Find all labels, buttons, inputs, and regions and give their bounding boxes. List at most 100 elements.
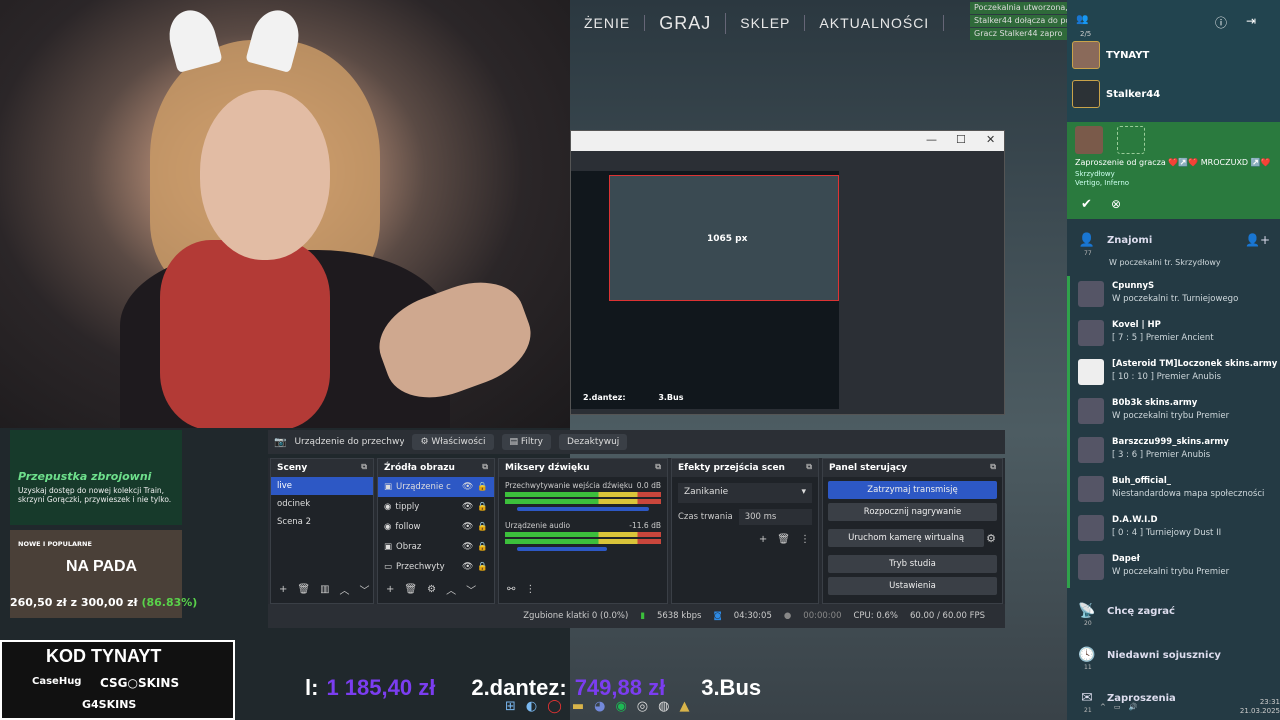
steam-icon[interactable]: ◎ <box>637 699 648 714</box>
up-icon[interactable]: ︿ <box>340 582 350 597</box>
lock-icon[interactable]: 🔒 <box>477 502 488 512</box>
nav-item-shop[interactable]: SKLEP <box>726 15 806 31</box>
source-item[interactable]: ▭ Przechwyty 👁 🔒 <box>378 557 494 577</box>
friend-row[interactable]: Buh_official_ Niestandardowa mapa społecz… <box>1067 471 1280 510</box>
visibility-icon[interactable]: 👁 <box>462 482 473 492</box>
friend-status: W poczekalni trybu Premier <box>1112 411 1230 421</box>
folder-icon[interactable]: ▬ <box>572 699 584 714</box>
up-icon[interactable]: ︿ <box>446 582 456 597</box>
party-member[interactable]: Stalker44 <box>1072 77 1272 111</box>
exit-party-icon[interactable]: ⇥ <box>1246 14 1256 28</box>
goal-progress-pct: (86.83%) <box>141 596 198 609</box>
armory-title: Przepustka zbrojowni <box>18 470 152 483</box>
scene-item[interactable]: odcinek <box>271 495 373 513</box>
chevron-up-icon[interactable]: ^ <box>1100 703 1106 711</box>
undock-icon[interactable]: ⧉ <box>806 462 812 472</box>
nav-item-0[interactable]: ŻENIE <box>570 15 646 31</box>
friend-row[interactable]: CpunnyS W poczekalni tr. Turniejowego <box>1067 276 1280 315</box>
settings-button[interactable]: Ustawienia <box>828 577 997 595</box>
volume-slider[interactable] <box>517 507 649 511</box>
deactivate-button[interactable]: Dezaktywuj <box>558 434 628 450</box>
undock-icon[interactable]: ⧉ <box>655 462 661 472</box>
windows-start-icon[interactable]: ⊞ <box>505 699 516 714</box>
source-item[interactable]: ▣ Urządzenie c 👁 🔒 <box>378 477 494 497</box>
trash-icon[interactable]: 🗑 <box>777 534 790 545</box>
edge-icon[interactable]: ◐ <box>526 699 537 714</box>
trash-icon[interactable]: 🗑 <box>297 584 310 595</box>
volume-icon[interactable]: 🔊 <box>1129 703 1138 711</box>
menu-count: 21 <box>1084 707 1092 714</box>
clock[interactable]: 23:31 21.03.2025 <box>1240 698 1280 716</box>
friend-row[interactable]: D.A.W.I.D [ 0 : 4 ] Turniejowy Dust II <box>1067 510 1280 549</box>
friend-row[interactable]: Dapeł W poczekalni trybu Premier <box>1067 549 1280 588</box>
duration-input[interactable]: 300 ms <box>738 509 812 525</box>
cs2-icon[interactable]: ▲ <box>679 699 689 714</box>
friend-row[interactable]: B0b3k skins.army W poczekalni trybu Premi… <box>1067 393 1280 432</box>
decline-icon[interactable]: ⊗ <box>1111 197 1121 211</box>
menu-want-to-play[interactable]: 📡 Chcę zagrać <box>1067 590 1280 632</box>
menu-recent-allies[interactable]: 🕓 Niedawni sojusznicy <box>1067 634 1280 676</box>
nav-item-play[interactable]: GRAJ <box>645 12 727 34</box>
minimize-icon[interactable]: — <box>926 133 937 146</box>
visibility-icon[interactable]: 👁 <box>462 502 473 512</box>
add-friend-icon[interactable]: 👤+ <box>1245 233 1270 247</box>
obs-icon[interactable]: ◍ <box>658 699 669 714</box>
add-icon[interactable]: + <box>279 584 287 595</box>
start-recording-button[interactable]: Rozpocznij nagrywanie <box>828 503 997 521</box>
add-icon[interactable]: + <box>759 534 767 545</box>
party-member[interactable]: TYNAYT <box>1072 38 1272 72</box>
studio-mode-button[interactable]: Tryb studia <box>828 555 997 573</box>
add-icon[interactable]: + <box>386 584 394 595</box>
visibility-icon[interactable]: 👁 <box>462 542 473 552</box>
properties-button[interactable]: ⚙ Właściwości <box>412 434 494 450</box>
menu-icon[interactable]: ⋮ <box>525 584 535 595</box>
virtual-camera-button[interactable]: Uruchom kamerę wirtualną <box>828 529 985 547</box>
accept-icon[interactable]: ✔ <box>1081 197 1092 212</box>
dock-header: Sceny ⧉ <box>271 459 373 477</box>
channel-name: Przechwytywanie wejścia dźwięku <box>505 481 633 490</box>
trash-icon[interactable]: 🗑 <box>404 584 417 595</box>
lock-icon[interactable]: 🔒 <box>477 482 488 492</box>
link-icon[interactable]: ⚯ <box>507 584 515 595</box>
filter-icon[interactable]: ▥ <box>320 584 329 595</box>
lock-icon[interactable]: 🔒 <box>477 522 488 532</box>
undock-icon[interactable]: ⧉ <box>361 462 367 472</box>
close-icon[interactable]: ✕ <box>986 133 995 146</box>
friend-row[interactable]: Barszczu999_skins.army [ 3 : 6 ] Premier … <box>1067 432 1280 471</box>
obs-preview[interactable]: 1065 px 2.dantez: 3.Bus <box>571 171 839 409</box>
source-item[interactable]: ▣ Obraz 👁 🔒 <box>378 537 494 557</box>
filters-button[interactable]: ▤ Filtry <box>501 434 551 450</box>
info-icon[interactable]: ⓘ <box>1215 14 1227 31</box>
opera-icon[interactable]: ◯ <box>547 699 562 714</box>
gear-icon[interactable]: ⚙ <box>427 584 436 595</box>
party-icon[interactable]: 👥 <box>1076 14 1088 25</box>
network-icon[interactable]: ▭ <box>1114 703 1121 711</box>
maximize-icon[interactable]: ☐ <box>956 133 966 146</box>
nav-item-news[interactable]: AKTUALNOŚCI <box>805 15 945 31</box>
transition-select[interactable]: Zanikanie ▾ <box>678 483 812 503</box>
down-icon[interactable]: ﹀ <box>360 582 370 597</box>
lock-icon[interactable]: 🔒 <box>477 542 488 552</box>
new-popular-card[interactable]: NOWE I POPULARNE NA PADA 260,50 zł z 300… <box>10 530 197 618</box>
menu-icon[interactable]: ⋮ <box>800 534 810 545</box>
lock-icon[interactable]: 🔒 <box>477 562 488 572</box>
friend-row[interactable]: Kovel | HP [ 7 : 5 ] Premier Ancient <box>1067 315 1280 354</box>
friend-row[interactable]: [Asteroid TM]Loczonek skins.army [ 10 : 1… <box>1067 354 1280 393</box>
gear-icon[interactable]: ⚙ <box>986 532 996 545</box>
friends-header[interactable]: 👤 Znajomi 👤+ <box>1067 225 1280 255</box>
source-item[interactable]: ◉ tipply 👁 🔒 <box>378 497 494 517</box>
armory-pass-card[interactable]: Przepustka zbrojowni Uzyskaj dostęp do n… <box>10 430 182 525</box>
scene-item[interactable]: live <box>271 477 373 495</box>
visibility-icon[interactable]: 👁 <box>462 562 473 572</box>
scene-item[interactable]: Scena 2 <box>271 513 373 531</box>
volume-meter <box>505 492 661 497</box>
volume-slider[interactable] <box>517 547 607 551</box>
source-item[interactable]: ◉ follow 👁 🔒 <box>378 517 494 537</box>
undock-icon[interactable]: ⧉ <box>990 462 996 472</box>
discord-icon[interactable]: ◕ <box>594 699 605 714</box>
spotify-icon[interactable]: ◉ <box>615 699 626 714</box>
visibility-icon[interactable]: 👁 <box>462 522 473 532</box>
down-icon[interactable]: ﹀ <box>466 582 476 597</box>
undock-icon[interactable]: ⧉ <box>482 462 488 472</box>
stop-stream-button[interactable]: Zatrzymaj transmisję <box>828 481 997 499</box>
